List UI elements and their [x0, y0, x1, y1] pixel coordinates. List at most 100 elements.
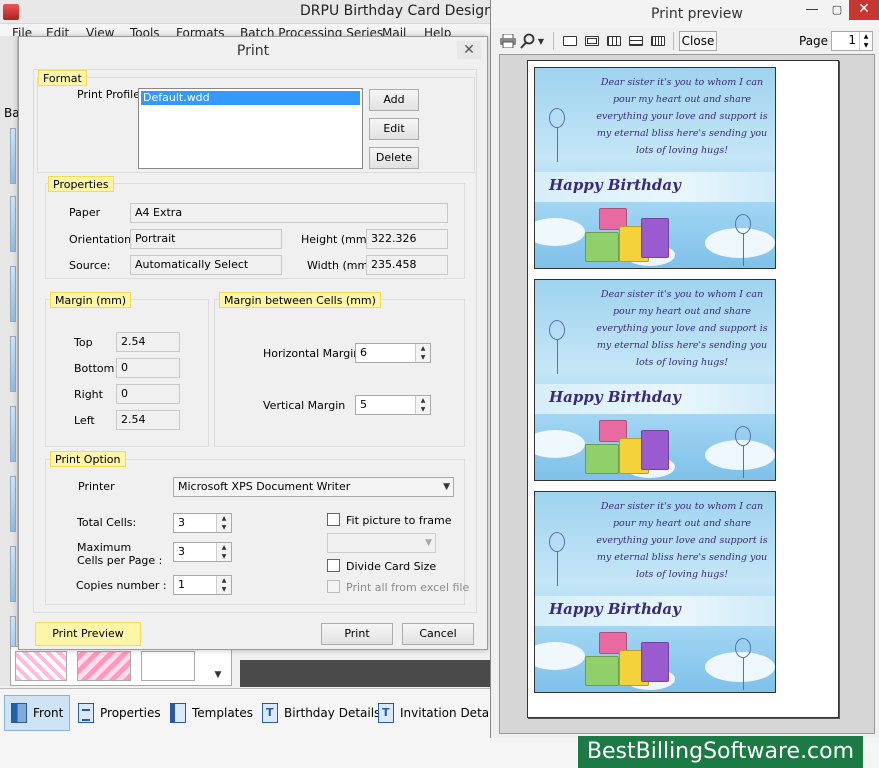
menu-formats[interactable]: Formats: [176, 26, 225, 36]
balloon-icon: [735, 638, 751, 658]
dialog-close-icon[interactable]: ✕: [457, 41, 481, 59]
horizontal-margin-value: 6: [360, 346, 367, 359]
minimize-icon[interactable]: —: [799, 2, 825, 20]
height-field: 322.326: [366, 229, 448, 249]
print-preview-button[interactable]: Print Preview: [35, 622, 141, 646]
menu-help[interactable]: Help: [424, 26, 451, 36]
tab-front[interactable]: Front: [4, 695, 71, 731]
menu-view[interactable]: View: [86, 26, 114, 36]
copies-label: Copies number :: [76, 579, 167, 592]
template-thumb[interactable]: [141, 651, 195, 681]
printer-select[interactable]: Microsoft XPS Document Writer ▼: [173, 477, 454, 497]
app-logo-icon: [3, 4, 19, 20]
delete-profile-button[interactable]: Delete: [369, 147, 419, 169]
max-cells-label-2: Cells per Page :: [77, 554, 163, 567]
card-title: Happy Birthday: [549, 600, 681, 618]
text-icon: [262, 703, 278, 723]
source-label: Source:: [69, 259, 111, 272]
one-page-icon[interactable]: [561, 32, 579, 50]
menu-batch[interactable]: Batch Processing Series: [240, 26, 383, 36]
preview-titlebar: Print preview — ▢ ✕: [491, 0, 879, 28]
template-side-strip: Ba: [0, 36, 20, 686]
divide-card-label: Divide Card Size: [346, 560, 437, 573]
edit-profile-button[interactable]: Edit: [369, 118, 419, 140]
app-title: DRPU Birthday Card Design: [300, 3, 493, 19]
card-message-line: lots of loving hugs!: [635, 569, 729, 580]
print-excel-label: Print all from excel file: [346, 581, 470, 594]
top-margin-label: Top: [74, 336, 93, 349]
spinner-arrows-icon[interactable]: ▲ ▼: [859, 32, 872, 50]
maximize-icon[interactable]: ▢: [825, 2, 849, 20]
page-spinner[interactable]: 1 ▲ ▼: [831, 31, 873, 51]
template-thumb[interactable]: [10, 196, 16, 252]
template-thumb[interactable]: [10, 336, 16, 392]
printer-select-value: Microsoft XPS Document Writer: [178, 480, 351, 493]
template-thumb[interactable]: [10, 128, 16, 184]
menu-mail[interactable]: Mail: [382, 26, 406, 36]
three-pages-icon[interactable]: [605, 32, 623, 50]
source-field: Automatically Select: [130, 255, 282, 275]
template-thumb[interactable]: [77, 651, 131, 681]
fit-picture-checkbox[interactable]: [327, 513, 340, 526]
vertical-margin-spinner[interactable]: 5 ▲ ▼: [355, 395, 431, 415]
menu-edit[interactable]: Edit: [46, 26, 69, 36]
gift-icon: [641, 218, 669, 258]
add-profile-button[interactable]: Add: [369, 89, 419, 111]
spinner-arrows-icon[interactable]: ▲ ▼: [216, 514, 231, 532]
spinner-arrows-icon[interactable]: ▲ ▼: [216, 543, 231, 561]
tab-birthday-details[interactable]: Birthday Details: [256, 695, 386, 731]
print-button[interactable]: Print: [321, 623, 393, 645]
copies-spinner[interactable]: 1 ▲ ▼: [173, 575, 232, 595]
left-margin-field[interactable]: 2.54: [116, 410, 180, 430]
balloon-icon: [549, 108, 565, 128]
horizontal-margin-spinner[interactable]: 6 ▲ ▼: [355, 343, 431, 363]
templates-icon: [170, 703, 186, 723]
total-cells-label: Total Cells:: [77, 516, 137, 529]
preview-close-button[interactable]: Close: [679, 31, 717, 51]
gift-icon: [641, 642, 669, 682]
birthday-card: Dear sister it's you to whom I can pour …: [534, 491, 776, 693]
vertical-margin-label: Vertical Margin: [263, 399, 346, 412]
cancel-button[interactable]: Cancel: [402, 623, 474, 645]
tab-properties[interactable]: Properties: [72, 695, 167, 731]
template-thumb[interactable]: [10, 406, 16, 462]
template-thumb[interactable]: [10, 266, 16, 322]
four-pages-icon[interactable]: [627, 32, 645, 50]
total-cells-spinner[interactable]: 3 ▲ ▼: [173, 513, 232, 533]
bottom-margin-field[interactable]: 0: [116, 358, 180, 378]
two-pages-icon[interactable]: [583, 32, 601, 50]
max-cells-spinner[interactable]: 3 ▲ ▼: [173, 542, 232, 562]
template-thumbnails: ▼: [10, 646, 232, 686]
spinner-arrows-icon[interactable]: ▲ ▼: [415, 344, 430, 362]
card-message-line: my eternal bliss here's sending you: [596, 128, 768, 139]
card-message-line: pour my heart out and share: [612, 306, 752, 317]
template-thumb[interactable]: [10, 546, 16, 602]
chevron-down-icon[interactable]: ▼: [535, 32, 547, 50]
scroll-down-icon[interactable]: ▼: [209, 667, 227, 683]
balloon-string: [743, 446, 744, 478]
canvas-area: [240, 660, 490, 687]
spinner-arrows-icon[interactable]: ▲ ▼: [415, 396, 430, 414]
tab-invitation-details[interactable]: Invitation Details: [372, 695, 508, 731]
balloon-string: [743, 234, 744, 266]
max-cells-label-1: Maximum: [77, 541, 132, 554]
right-margin-field[interactable]: 0: [116, 384, 180, 404]
template-thumb[interactable]: [10, 476, 16, 532]
paper-label: Paper: [69, 206, 101, 219]
template-thumb[interactable]: [15, 651, 67, 681]
top-margin-field[interactable]: 2.54: [116, 332, 180, 352]
gift-icon: [641, 430, 669, 470]
printer-icon[interactable]: [499, 32, 517, 50]
print-profile-list[interactable]: Default.wdd: [138, 88, 363, 169]
menu-tools[interactable]: Tools: [130, 26, 160, 36]
birthday-card: Dear sister it's you to whom I can pour …: [534, 279, 776, 481]
spinner-arrows-icon[interactable]: ▲ ▼: [216, 576, 231, 594]
tab-templates[interactable]: Templates: [164, 695, 259, 731]
window-close-icon[interactable]: ✕: [849, 0, 879, 20]
profile-list-item[interactable]: Default.wdd: [141, 91, 360, 105]
divide-card-checkbox[interactable]: [327, 559, 340, 572]
printer-label: Printer: [78, 480, 115, 493]
toolbar-separator: [553, 32, 554, 50]
six-pages-icon[interactable]: [649, 32, 667, 50]
menu-file[interactable]: File: [12, 26, 32, 36]
